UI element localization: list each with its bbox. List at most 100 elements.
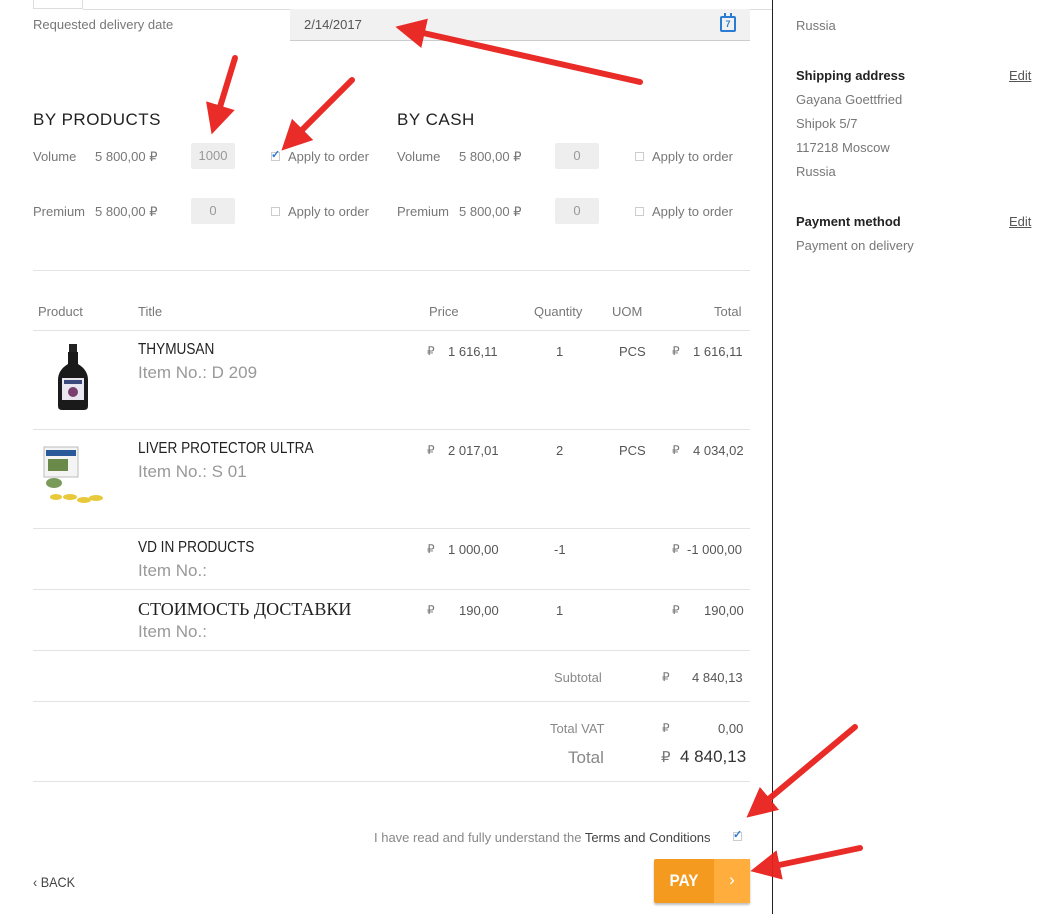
product-title: VD IN PRODUCTS: [138, 539, 255, 556]
pay-label: PAY: [669, 871, 699, 890]
price-value: 1 616,11: [448, 344, 498, 359]
by-cash-heading: BY CASH: [397, 110, 475, 129]
product-title: СТОИМОСТЬ ДОСТАВКИ: [138, 599, 352, 619]
quantity-value: 1: [556, 344, 564, 359]
vat-currency: ₽: [662, 721, 670, 735]
back-label: BACK: [40, 874, 76, 890]
delivery-date-input[interactable]: 2/14/2017 7: [290, 9, 750, 41]
col-header-uom: UOM: [612, 304, 643, 319]
product-item-no: Item No.: D 209: [138, 363, 258, 382]
quantity-value: -1: [554, 542, 566, 557]
by-products-premium-checkbox[interactable]: [271, 207, 280, 216]
by-cash-volume-label: Volume: [397, 149, 441, 164]
sidebar-divider: [772, 0, 773, 914]
by-cash-volume-input[interactable]: 0: [555, 143, 599, 169]
terms-link[interactable]: Terms and Conditions: [585, 830, 711, 845]
by-products-volume-input[interactable]: 1000: [191, 143, 235, 169]
product-item-no: Item No.: S 01: [138, 462, 247, 481]
by-cash-volume-amount: 5 800,00 ₽: [459, 149, 522, 164]
by-products-volume-label: Volume: [33, 149, 77, 164]
product-image-liver-protector[interactable]: [40, 445, 110, 510]
delivery-date-label: Requested delivery date: [33, 17, 174, 32]
table-header-divider: [33, 330, 750, 331]
price-currency: ₽: [427, 443, 435, 457]
grand-total-value: 4 840,13: [680, 747, 747, 766]
total-currency: ₽: [672, 443, 680, 457]
by-products-heading: BY PRODUCTS: [33, 110, 161, 129]
col-header-product: Product: [38, 304, 83, 319]
by-cash-volume-checkbox[interactable]: [635, 152, 644, 161]
by-products-premium-apply-label: Apply to order: [288, 204, 369, 219]
section-divider: [33, 270, 750, 271]
price-value: 190,00: [459, 603, 499, 618]
total-value: 4 034,02: [693, 443, 744, 458]
shipping-address-heading: Shipping address: [796, 68, 906, 83]
product-image-thymusan[interactable]: [58, 344, 88, 413]
by-products-premium-amount: 5 800,00 ₽: [95, 204, 158, 219]
shipping-line: Shipok 5/7: [796, 116, 858, 131]
col-header-quantity: Quantity: [534, 304, 583, 319]
arrow-to-pay-button: [750, 845, 863, 880]
total-currency: ₽: [672, 603, 680, 617]
product-title: THYMUSAN: [138, 341, 215, 358]
total-value: 1 616,11: [693, 344, 743, 359]
vat-label: Total VAT: [550, 721, 605, 736]
row-divider: [33, 589, 750, 590]
quantity-value: 1: [556, 603, 564, 618]
total-label: Total: [568, 748, 604, 767]
product-item-no: Item No.:: [138, 622, 207, 641]
by-cash-premium-amount: 5 800,00 ₽: [459, 204, 522, 219]
row-divider: [33, 650, 750, 651]
total-divider: [33, 781, 750, 782]
product-item-no: Item No.:: [138, 561, 207, 580]
tab-remnant: [33, 0, 83, 9]
by-products-premium-label: Premium: [33, 204, 86, 219]
payment-method-value: Payment on delivery: [796, 238, 914, 253]
total-currency: ₽: [672, 542, 680, 556]
by-products-premium-input[interactable]: 0: [191, 198, 235, 224]
subtotal-value: 4 840,13: [692, 670, 743, 685]
by-cash-premium-label: Premium: [397, 204, 450, 219]
shipping-line: Gayana Goettfried: [796, 92, 903, 107]
delivery-date-value: 2/14/2017: [304, 17, 362, 32]
back-button[interactable]: ‹ BACK: [33, 874, 75, 890]
subtotal-divider: [33, 701, 750, 702]
arrow-to-apply-checkbox: [281, 77, 355, 151]
price-value: 2 017,01: [448, 443, 499, 458]
terms-prefix: I have read and fully understand the: [374, 830, 585, 845]
by-products-volume-apply-label: Apply to order: [288, 149, 369, 164]
row-divider: [33, 528, 750, 529]
billing-country: Russia: [796, 18, 836, 33]
col-header-title: Title: [138, 304, 163, 319]
pay-button[interactable]: PAY ›: [654, 859, 750, 903]
total-value: -1 000,00: [687, 542, 742, 557]
by-products-volume-amount: 5 800,00 ₽: [95, 149, 158, 164]
calendar-icon[interactable]: 7: [720, 13, 736, 32]
by-cash-premium-input[interactable]: 0: [555, 198, 599, 224]
shipping-line: 117218 Moscow: [796, 140, 890, 155]
price-currency: ₽: [427, 542, 435, 556]
payment-edit-link[interactable]: Edit: [1009, 214, 1031, 229]
by-cash-premium-apply-label: Apply to order: [652, 204, 733, 219]
payment-method-heading: Payment method: [796, 214, 901, 229]
price-value: 1 000,00: [448, 542, 499, 557]
arrow-to-volume-input: [206, 55, 238, 135]
row-divider: [33, 429, 750, 430]
terms-checkbox[interactable]: [733, 828, 742, 841]
by-products-volume-checkbox[interactable]: [271, 148, 280, 161]
shipping-line: Russia: [796, 164, 836, 179]
shipping-edit-link[interactable]: Edit: [1009, 68, 1031, 83]
product-title: LIVER PROTECTOR ULTRA: [138, 440, 314, 457]
vat-value: 0,00: [718, 721, 744, 736]
subtotal-label: Subtotal: [554, 670, 602, 685]
by-cash-premium-checkbox[interactable]: [635, 207, 644, 216]
col-header-price: Price: [429, 304, 459, 319]
total-currency: ₽: [672, 344, 680, 358]
uom-value: PCS: [619, 344, 646, 359]
terms-text: I have read and fully understand the Ter…: [374, 830, 711, 845]
price-currency: ₽: [427, 344, 435, 358]
uom-value: PCS: [619, 443, 646, 458]
subtotal-currency: ₽: [662, 670, 670, 684]
quantity-value: 2: [556, 443, 564, 458]
chevron-left-icon: ‹: [33, 874, 38, 890]
